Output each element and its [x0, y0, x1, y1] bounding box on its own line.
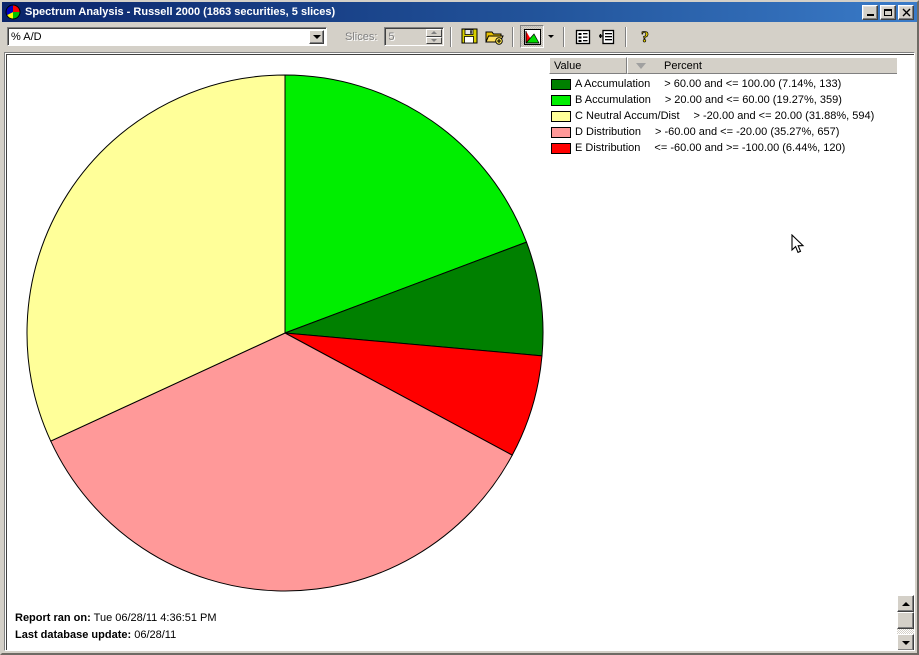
help-button[interactable]: ? — [633, 25, 658, 48]
toolbar: % A/D Slices: 5 ? — [2, 23, 917, 50]
chevron-down-icon — [312, 35, 321, 39]
scrollbar-thumb[interactable] — [897, 612, 914, 629]
toolbar-separator — [450, 26, 453, 47]
report-ran-value: Tue 06/28/11 4:36:51 PM — [93, 612, 217, 624]
last-update-label: Last database update: — [15, 629, 132, 641]
sort-descending-icon — [636, 62, 646, 69]
vertical-scrollbar[interactable] — [897, 55, 914, 650]
application-window: Spectrum Analysis - Russell 2000 (1863 s… — [0, 0, 919, 655]
report-canvas: Value Percent A Accumulation > 60.00 and … — [6, 54, 914, 650]
legend-color-swatch — [551, 142, 571, 154]
indicator-select-dropdown-button[interactable] — [309, 30, 324, 44]
legend-item-range: > -60.00 and <= -20.00 (35.27%, 657) — [655, 126, 840, 138]
list-report-icon — [576, 29, 591, 44]
report-ran-label: Report ran on: — [15, 612, 91, 624]
close-icon — [899, 6, 913, 19]
legend-item-label: D Distribution — [575, 126, 642, 138]
open-folder-add-icon — [485, 31, 504, 45]
legend-color-swatch — [551, 110, 571, 122]
legend-item[interactable]: D Distribution > -60.00 and <= -20.00 (35… — [549, 124, 914, 140]
slices-decrement-button[interactable] — [426, 36, 443, 44]
slices-label: Slices: — [345, 30, 378, 43]
title-bar[interactable]: Spectrum Analysis - Russell 2000 (1863 s… — [2, 2, 917, 22]
legend-column-percent-label: Percent — [664, 59, 702, 72]
legend-item-label: E Distribution — [575, 142, 641, 154]
legend-item[interactable]: B Accumulation > 20.00 and <= 60.00 (19.2… — [549, 92, 914, 108]
scroll-down-button[interactable] — [897, 634, 914, 650]
save-button[interactable] — [458, 25, 483, 48]
legend-color-swatch — [551, 94, 571, 106]
legend-item[interactable]: C Neutral Accum/Dist > -20.00 and <= 20.0… — [549, 108, 914, 124]
svg-text:?: ? — [641, 29, 649, 45]
caret-up-icon — [901, 601, 910, 606]
legend-item-range: > 20.00 and <= 60.00 (19.27%, 359) — [664, 94, 842, 106]
legend-color-swatch — [551, 78, 571, 90]
legend-header: Value Percent — [549, 57, 914, 74]
toolbar-separator — [563, 26, 566, 47]
window-controls — [862, 4, 914, 20]
chevron-down-icon — [547, 35, 554, 38]
question-mark-icon: ? — [641, 29, 650, 45]
open-button[interactable] — [482, 25, 507, 48]
legend-item-range: > -20.00 and <= 20.00 (31.88%, 594) — [693, 110, 875, 122]
report-ran-line: Report ran on: Tue 06/28/11 4:36:51 PM — [15, 610, 914, 627]
minimize-button[interactable] — [862, 4, 878, 20]
pie-chart-svg[interactable] — [21, 71, 545, 595]
window-title: Spectrum Analysis - Russell 2000 (1863 s… — [25, 6, 336, 18]
indicator-select[interactable]: % A/D — [7, 27, 327, 46]
maximize-button[interactable] — [880, 4, 896, 20]
chart-type-button[interactable] — [520, 25, 545, 48]
chart-type-dropdown[interactable] — [544, 25, 558, 48]
legend-item-range: > 60.00 and <= 100.00 (7.14%, 133) — [664, 78, 842, 90]
minimize-icon — [863, 6, 877, 19]
legend-item-label: A Accumulation — [575, 78, 651, 90]
legend-item[interactable]: E Distribution <= -60.00 and >= -100.00 (… — [549, 140, 914, 156]
maximize-icon — [881, 6, 895, 19]
slices-increment-button[interactable] — [426, 29, 443, 37]
legend-item-range: <= -60.00 and >= -100.00 (6.44%, 120) — [654, 142, 846, 154]
legend-column-percent[interactable]: Percent — [627, 57, 914, 74]
legend-item-label: C Neutral Accum/Dist — [575, 110, 680, 122]
slices-value: 5 — [388, 30, 395, 43]
toolbar-separator — [512, 26, 515, 47]
indicator-select-value: % A/D — [11, 30, 42, 43]
legend-color-swatch — [551, 126, 571, 138]
pie-chart — [21, 71, 545, 595]
detail-report-icon — [599, 29, 615, 44]
slices-stepper[interactable]: 5 — [384, 27, 445, 46]
app-pie-chart-icon — [5, 4, 21, 20]
legend-rows: A Accumulation > 60.00 and <= 100.00 (7.1… — [549, 76, 914, 156]
legend-column-value[interactable]: Value — [549, 57, 627, 74]
legend: Value Percent A Accumulation > 60.00 and … — [549, 57, 914, 156]
legend-item[interactable]: A Accumulation > 60.00 and <= 100.00 (7.1… — [549, 76, 914, 92]
report-panel: Value Percent A Accumulation > 60.00 and … — [4, 52, 915, 651]
slices-stepper-buttons[interactable] — [426, 29, 443, 44]
detail-report-button[interactable] — [595, 25, 620, 48]
last-update-line: Last database update: 06/28/11 — [15, 627, 914, 644]
report-list-button[interactable] — [571, 25, 596, 48]
legend-item-label: B Accumulation — [575, 94, 651, 106]
close-button[interactable] — [898, 4, 914, 20]
report-footer: Report ran on: Tue 06/28/11 4:36:51 PM L… — [7, 610, 914, 650]
caret-down-icon — [431, 38, 438, 42]
toolbar-separator — [625, 26, 628, 47]
caret-down-icon — [901, 640, 910, 645]
area-chart-icon — [523, 28, 541, 45]
scroll-up-button[interactable] — [897, 595, 914, 612]
caret-up-icon — [431, 31, 438, 35]
last-update-value: 06/28/11 — [134, 629, 177, 641]
floppy-disk-icon — [461, 28, 478, 44]
